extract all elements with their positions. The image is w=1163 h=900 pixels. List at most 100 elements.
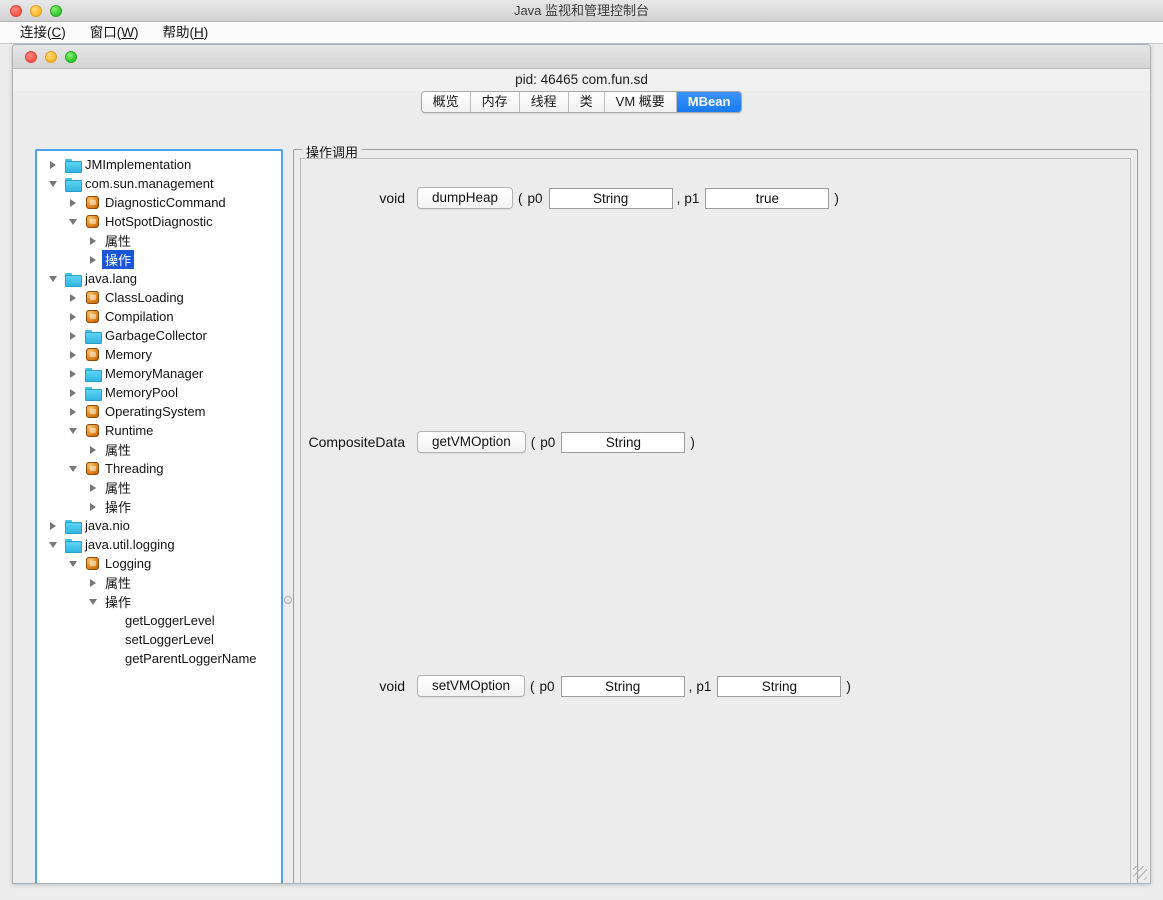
tab-memory[interactable]: 内存	[470, 92, 520, 112]
tree-node[interactable]: Compilation	[37, 307, 281, 326]
chevron-right-icon[interactable]	[63, 350, 82, 359]
operation-invoke-button[interactable]: getVMOption	[417, 431, 526, 453]
menu-item-help[interactable]: 帮助(H)	[151, 22, 221, 44]
chevron-down-icon[interactable]	[83, 598, 102, 605]
tab-threads[interactable]: 线程	[519, 92, 569, 112]
tree-node-label: ClassLoading	[105, 290, 184, 305]
tree-node[interactable]: ClassLoading	[37, 288, 281, 307]
tree-node[interactable]: 属性	[37, 573, 281, 592]
param-input[interactable]: String	[548, 187, 673, 209]
internal-frame-titlebar	[13, 45, 1150, 69]
tree-node[interactable]: MemoryManager	[37, 364, 281, 383]
tab-mbean[interactable]: MBean	[676, 92, 742, 112]
tree-node[interactable]: Logging	[37, 554, 281, 573]
tree-node[interactable]: getParentLoggerName	[37, 649, 281, 668]
open-paren: (	[530, 434, 536, 450]
split-divider-grip[interactable]	[284, 596, 292, 604]
tree-node[interactable]: Memory	[37, 345, 281, 364]
chevron-down-icon[interactable]	[43, 275, 62, 282]
tree-node[interactable]: HotSpotDiagnostic	[37, 212, 281, 231]
tree-node[interactable]: MemoryPool	[37, 383, 281, 402]
tree-node-label: com.sun.management	[85, 176, 214, 191]
operation-invoke-button[interactable]: dumpHeap	[417, 187, 514, 209]
chevron-right-icon[interactable]	[83, 578, 102, 587]
tab-overview[interactable]: 概览	[421, 92, 471, 112]
mbean-icon	[82, 405, 102, 418]
tree-node[interactable]: 操作	[37, 250, 281, 269]
mbean-icon	[82, 215, 102, 228]
chevron-right-icon[interactable]	[83, 255, 102, 264]
mbean-icon	[82, 291, 102, 304]
menu-bar: 连接(C) 窗口(W) 帮助(H)	[0, 22, 1163, 44]
tree-node[interactable]: 属性	[37, 478, 281, 497]
tree-node[interactable]: getLoggerLevel	[37, 611, 281, 630]
tree-node-label: OperatingSystem	[105, 404, 206, 419]
tree-node[interactable]: com.sun.management	[37, 174, 281, 193]
chevron-right-icon[interactable]	[63, 198, 82, 207]
maximize-button[interactable]	[50, 5, 62, 17]
folder-icon	[82, 367, 102, 382]
tree-node-label: Memory	[105, 347, 152, 362]
chevron-right-icon[interactable]	[83, 502, 102, 511]
tree-node[interactable]: GarbageCollector	[37, 326, 281, 345]
tab-vm-summary[interactable]: VM 概要	[604, 92, 677, 112]
chevron-right-icon[interactable]	[63, 407, 82, 416]
internal-close-button[interactable]	[25, 51, 37, 63]
chevron-right-icon[interactable]	[63, 369, 82, 378]
operation-return-type: void	[379, 190, 405, 206]
tree-node[interactable]: OperatingSystem	[37, 402, 281, 421]
chevron-down-icon[interactable]	[63, 218, 82, 225]
tree-node-label: DiagnosticCommand	[105, 195, 226, 210]
minimize-button[interactable]	[30, 5, 42, 17]
chevron-down-icon[interactable]	[63, 465, 82, 472]
mbean-icon	[82, 557, 102, 570]
chevron-right-icon[interactable]	[43, 521, 62, 530]
chevron-right-icon[interactable]	[63, 388, 82, 397]
param-input[interactable]: true	[705, 187, 830, 209]
chevron-down-icon[interactable]	[63, 560, 82, 567]
tree-node[interactable]: 操作	[37, 497, 281, 516]
operation-row: void setVMOption(p0 String, p1 String)	[301, 675, 856, 697]
mbean-tree-panel[interactable]: JMImplementation com.sun.management Diagno…	[35, 149, 283, 883]
chevron-right-icon[interactable]	[63, 331, 82, 340]
operation-invoke-button[interactable]: setVMOption	[417, 675, 526, 697]
chevron-right-icon[interactable]	[43, 160, 62, 169]
internal-minimize-button[interactable]	[45, 51, 57, 63]
tree-node[interactable]: JMImplementation	[37, 155, 281, 174]
tree-node[interactable]: Threading	[37, 459, 281, 478]
tree-node[interactable]: DiagnosticCommand	[37, 193, 281, 212]
tab-classes[interactable]: 类	[568, 92, 605, 112]
chevron-right-icon[interactable]	[63, 312, 82, 321]
tree-node[interactable]: 操作	[37, 592, 281, 611]
chevron-right-icon[interactable]	[83, 483, 102, 492]
tree-node-label: 属性	[105, 481, 132, 496]
chevron-right-icon[interactable]	[63, 293, 82, 302]
menu-item-connection[interactable]: 连接(C)	[8, 22, 78, 44]
chevron-down-icon[interactable]	[43, 180, 62, 187]
tree-node[interactable]: setLoggerLevel	[37, 630, 281, 649]
tree-node[interactable]: java.lang	[37, 269, 281, 288]
chevron-down-icon[interactable]	[63, 427, 82, 434]
internal-maximize-button[interactable]	[65, 51, 77, 63]
menu-item-window[interactable]: 窗口(W)	[78, 22, 151, 44]
internal-window-controls	[25, 51, 77, 63]
close-paren: )	[690, 434, 695, 450]
tree-node-label: setLoggerLevel	[125, 632, 214, 647]
tree-node[interactable]: Runtime	[37, 421, 281, 440]
resize-grip[interactable]	[1133, 866, 1147, 880]
tree-node[interactable]: java.nio	[37, 516, 281, 535]
mbean-icon	[82, 424, 102, 437]
split-pane-divider[interactable]	[283, 149, 293, 883]
chevron-down-icon[interactable]	[43, 541, 62, 548]
param-input[interactable]: String	[560, 675, 685, 697]
tree-node[interactable]: 属性	[37, 440, 281, 459]
chevron-right-icon[interactable]	[83, 236, 102, 245]
tree-node[interactable]: java.util.logging	[37, 535, 281, 554]
tree-node-label: 属性	[105, 576, 132, 591]
param-input[interactable]: String	[561, 431, 686, 453]
close-button[interactable]	[10, 5, 22, 17]
mbean-content-pane: JMImplementation com.sun.management Diagno…	[13, 117, 1150, 883]
param-input[interactable]: String	[717, 675, 842, 697]
tree-node[interactable]: 属性	[37, 231, 281, 250]
chevron-right-icon[interactable]	[83, 445, 102, 454]
